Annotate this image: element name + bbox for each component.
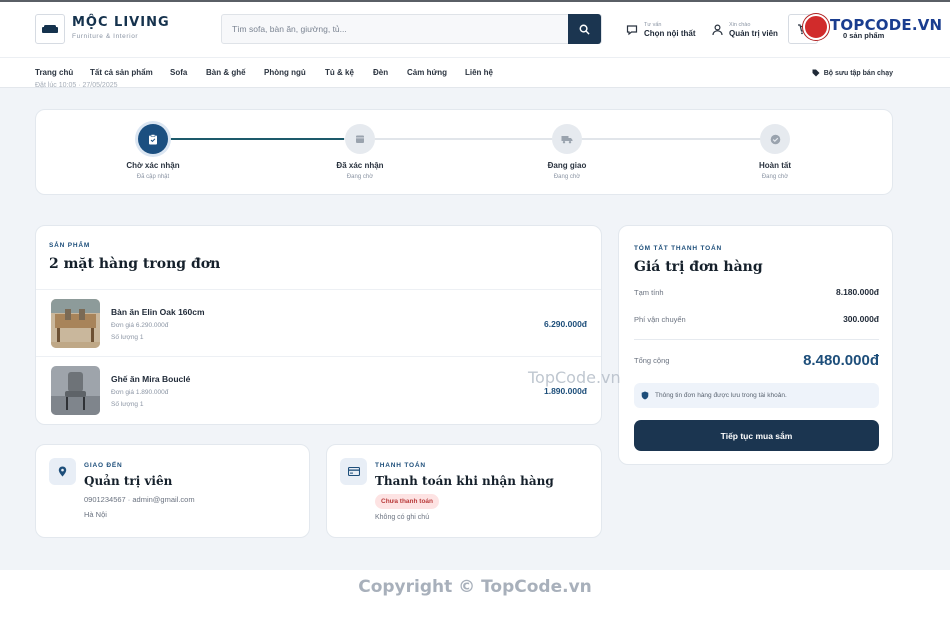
step-label-confirmed: Đã xác nhận <box>336 161 384 170</box>
progress-line-done <box>160 138 344 140</box>
account-name: Quản trị viên <box>729 29 778 38</box>
brand-tagline: Furniture & Interior <box>72 33 139 40</box>
shipping-kicker: Giao đến <box>84 462 123 469</box>
payment-method: Thanh toán khi nhận hàng <box>375 474 554 488</box>
nav-item-all-products[interactable]: Tất cả sản phẩm <box>90 68 153 77</box>
step-label-complete: Hoàn tất <box>759 161 791 170</box>
order-meta: Đặt lúc 10:05 · 27/05/2025 <box>35 82 118 89</box>
advice-link[interactable]: Tư vấn Chọn nội thất <box>626 19 696 41</box>
sofa-logo-icon[interactable] <box>35 14 65 44</box>
product-total: 1.890.000đ <box>543 386 587 396</box>
search-bar <box>221 14 602 44</box>
save-note-text: Thông tin đơn hàng được lưu trong tài kh… <box>655 392 787 399</box>
save-note: Thông tin đơn hàng được lưu trong tài kh… <box>634 383 879 408</box>
order-progress: Chờ xác nhận Đã cập nhật Đã xác nhận Đan… <box>35 109 893 195</box>
continue-shopping-button[interactable]: Tiếp tục mua sắm <box>634 420 879 451</box>
site-header: MỘC LIVING Furniture & Interior Tư vấn C… <box>0 2 950 57</box>
payment-method-card: Thanh toán Thanh toán khi nhận hàng Chưa… <box>326 444 602 538</box>
list-item[interactable]: Ghế ăn Mira Bouclé Đơn giá 1.890.000đ Số… <box>36 356 601 423</box>
total-value: 8.480.000đ <box>803 352 879 369</box>
step-circle-complete <box>760 124 790 154</box>
location-pin-icon <box>49 458 76 485</box>
step-sub-shipping: Đang chờ <box>553 174 581 180</box>
nav-item-lamps[interactable]: Đèn <box>373 68 388 77</box>
bestseller-link[interactable]: Bộ sưu tập bán chạy <box>812 69 893 77</box>
product-unit-price: Đơn giá 6.290.000đ <box>111 322 169 329</box>
total-label: Tổng cộng <box>634 356 670 365</box>
main-nav: Trang chủ Tất cả sản phẩm Sofa Bàn & ghế… <box>0 57 950 88</box>
recipient-city: Hà Nội <box>84 510 107 519</box>
subtotal-value: 8.180.000đ <box>835 287 879 297</box>
list-item[interactable]: Bàn ăn Elin Oak 160cm Đơn giá 6.290.000đ… <box>36 289 601 356</box>
payment-note: Không có ghi chú <box>375 514 430 521</box>
recipient-contact: 0901234567 · admin@gmail.com <box>84 495 195 504</box>
shipping-fee-row: Phí vận chuyển 300.000đ <box>634 314 879 324</box>
bestseller-label: Bộ sưu tập bán chạy <box>823 69 893 77</box>
product-quantity: Số lượng 1 <box>111 334 144 341</box>
account-greeting: Xin chào <box>729 22 751 28</box>
tag-icon <box>812 69 820 77</box>
product-total: 6.290.000đ <box>543 319 587 329</box>
search-icon <box>579 24 590 35</box>
subtotal-label: Tạm tính <box>634 287 664 297</box>
products-kicker: Sản phẩm <box>49 242 91 249</box>
nav-item-cabinets[interactable]: Tủ & kệ <box>325 68 354 77</box>
step-label-pending-confirm: Chờ xác nhận <box>126 161 180 170</box>
payment-summary-card: Tóm tắt thanh toán Giá trị đơn hàng Tạm … <box>618 225 893 465</box>
nav-item-contact[interactable]: Liên hệ <box>465 68 493 77</box>
copyright-watermark: Copyright © TopCode.vn <box>358 577 592 597</box>
products-title: 2 mặt hàng trong đơn <box>49 256 221 272</box>
brand-name[interactable]: MỘC LIVING <box>72 15 170 30</box>
summary-divider <box>634 339 879 340</box>
step-sub-pending-confirm: Đã cập nhật <box>136 174 170 180</box>
clipboard-icon <box>149 133 157 144</box>
step-circle-confirmed <box>345 124 375 154</box>
product-name[interactable]: Ghế ăn Mira Bouclé <box>111 374 190 384</box>
search-input[interactable] <box>222 15 569 43</box>
product-quantity: Số lượng 1 <box>111 401 144 408</box>
shield-icon <box>641 391 649 400</box>
advice-label: Chọn nội thất <box>644 29 696 38</box>
page-footer: Copyright © TopCode.vn <box>0 570 950 617</box>
step-sub-complete: Đang chờ <box>761 174 789 180</box>
shipping-fee-label: Phí vận chuyển <box>634 314 686 324</box>
shipping-fee-value: 300.000đ <box>843 314 879 324</box>
recipient-name: Quản trị viên <box>84 474 173 488</box>
step-circle-shipping <box>552 124 582 154</box>
credit-card-icon <box>340 458 367 485</box>
nav-item-inspiration[interactable]: Cảm hứng <box>407 68 447 77</box>
calendar-icon <box>356 135 364 143</box>
nav-item-home[interactable]: Trang chủ <box>35 68 73 77</box>
summary-title: Giá trị đơn hàng <box>634 259 763 275</box>
summary-kicker: Tóm tắt thanh toán <box>634 245 722 252</box>
payment-status-badge: Chưa thanh toán <box>375 494 440 509</box>
dining-chair-image[interactable] <box>51 366 100 415</box>
step-label-shipping: Đang giao <box>547 161 587 170</box>
truck-icon <box>561 135 573 143</box>
shipping-address-card: Giao đến Quản trị viên 0901234567 · admi… <box>35 444 310 538</box>
total-row: Tổng cộng 8.480.000đ <box>634 352 879 369</box>
product-name[interactable]: Bàn ăn Elin Oak 160cm <box>111 307 205 317</box>
account-link[interactable]: Xin chào Quản trị viên <box>712 19 778 41</box>
step-sub-confirmed: Đang chờ <box>346 174 374 180</box>
user-icon <box>712 24 723 36</box>
watermark-logo-text: TOPCODE.VN <box>830 16 943 34</box>
chat-icon <box>626 25 638 36</box>
payment-kicker: Thanh toán <box>375 462 426 469</box>
nav-item-bedroom[interactable]: Phòng ngủ <box>264 68 306 77</box>
watermark-text: TopCode.vn <box>528 368 621 387</box>
check-circle-icon <box>770 134 780 144</box>
watermark-logo-icon <box>803 14 829 40</box>
subtotal-row: Tạm tính 8.180.000đ <box>634 287 879 297</box>
step-circle-pending-confirm <box>138 124 168 154</box>
search-button[interactable] <box>568 14 601 44</box>
nav-item-sofa[interactable]: Sofa <box>170 68 187 77</box>
advice-caption: Tư vấn <box>644 22 662 28</box>
dining-table-image[interactable] <box>51 299 100 348</box>
nav-item-tables-chairs[interactable]: Bàn & ghế <box>206 68 246 77</box>
order-detail-page: Đặt lúc 10:05 · 27/05/2025 Chờ xác nhận … <box>0 82 950 570</box>
order-items-card: Sản phẩm 2 mặt hàng trong đơn Bàn ăn Eli… <box>35 225 602 425</box>
product-unit-price: Đơn giá 1.890.000đ <box>111 389 169 396</box>
